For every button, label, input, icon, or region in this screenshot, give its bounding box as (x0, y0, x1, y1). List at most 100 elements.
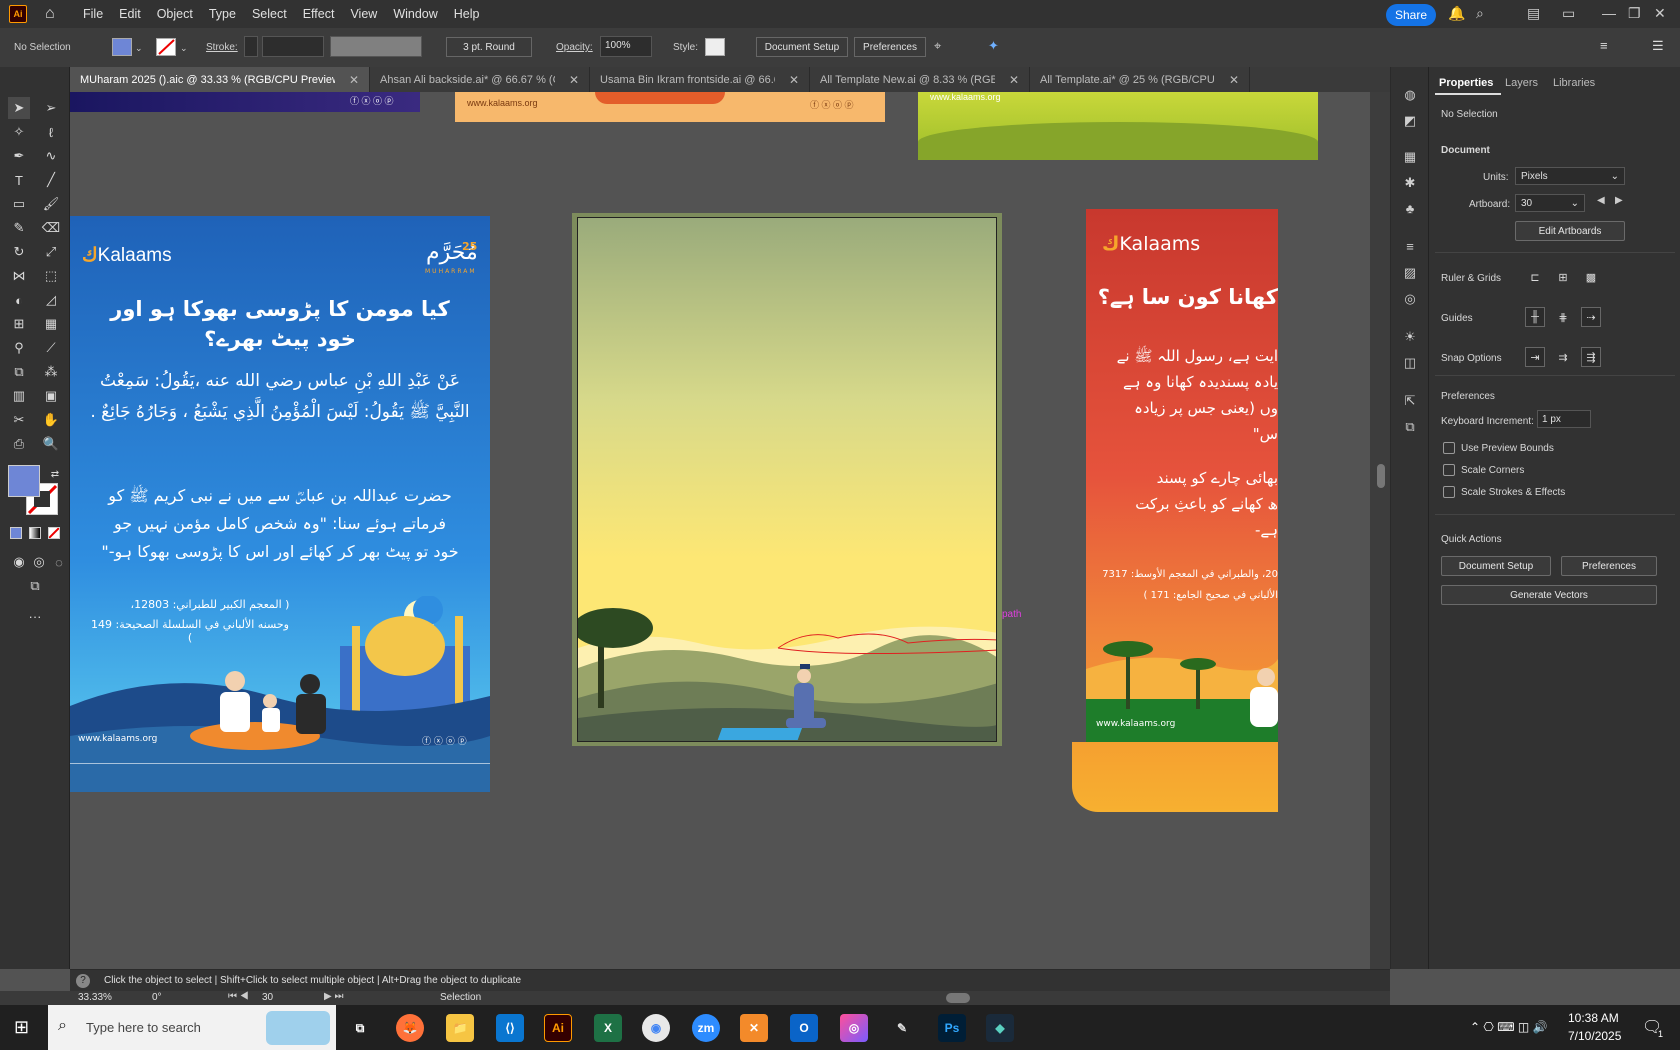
screen-mode-icon[interactable]: ⧉ (24, 575, 46, 597)
draw-normal-icon[interactable]: ◉ (8, 551, 30, 573)
stroke-label[interactable]: Stroke: (206, 42, 238, 53)
stroke-stepper[interactable] (244, 36, 258, 57)
arrange-documents-icon[interactable]: ▤ (1527, 5, 1540, 22)
close-tab-icon[interactable]: ✕ (1009, 73, 1019, 87)
chevron-down-icon[interactable]: ⌄ (135, 43, 143, 54)
artboard-left-muharram[interactable]: كKalaams مُحَرَّم 25 MUHARRAM کیا مومن ک… (70, 216, 490, 792)
document-tab[interactable]: All Template.ai* @ 25 % (RGB/CPU P... ✕ (1030, 67, 1250, 92)
use-preview-bounds-checkbox[interactable] (1443, 442, 1455, 454)
tab-properties[interactable]: Properties (1439, 77, 1493, 89)
edit-toolbar-icon[interactable]: ··· (24, 605, 46, 627)
close-tab-icon[interactable]: ✕ (1229, 73, 1239, 87)
menu-icon[interactable]: ☰ (1652, 38, 1664, 54)
recolor-icon[interactable]: ✦ (988, 38, 999, 54)
symbols-icon[interactable]: ♣ (1401, 201, 1419, 219)
next-artboard-icon[interactable]: ▶ (1615, 195, 1623, 206)
gradient-panel-icon[interactable]: ▨ (1401, 265, 1419, 283)
artboard-tool-icon[interactable]: ▣ (40, 385, 62, 407)
quick-document-setup-button[interactable]: Document Setup (1441, 556, 1551, 576)
quick-preferences-button[interactable]: Preferences (1561, 556, 1657, 576)
pen-app-icon[interactable]: ✎ (888, 1014, 916, 1042)
vscode-icon[interactable]: ⟨⟩ (496, 1014, 524, 1042)
chevron-down-icon[interactable]: ⌄ (180, 43, 188, 54)
grid-icon[interactable]: ⊞ (1553, 267, 1573, 287)
first-artboard-icon[interactable]: ⏮ ◀ (228, 991, 249, 1002)
opacity-label[interactable]: Opacity: (556, 42, 593, 53)
clock-time[interactable]: 10:38 AM (1568, 1011, 1619, 1025)
app-diamond-icon[interactable]: ◆ (986, 1014, 1014, 1042)
stroke-panel-icon[interactable]: ≡ (1401, 239, 1419, 257)
artboard-top-left[interactable]: ⓕ ⓧ ⓞ ⓟ (70, 92, 420, 112)
home-icon[interactable]: ⌂ (45, 5, 63, 23)
snap-to-pixel-icon[interactable]: ⇶ (1581, 347, 1601, 367)
share-button[interactable]: Share (1386, 4, 1436, 26)
canvas[interactable]: ⓕ ⓧ ⓞ ⓟ www.kalaams.org ⓕ ⓧ ⓞ ⓟ www.kala… (70, 92, 1370, 969)
measure-tool-icon[interactable]: ⟋ (40, 337, 62, 359)
zoom-level[interactable]: 33.33% (78, 992, 112, 1003)
character-icon[interactable]: ◩ (1401, 113, 1419, 131)
menu-file[interactable]: File (75, 7, 111, 21)
preferences-button[interactable]: Preferences (854, 37, 926, 57)
gradient-tool-icon[interactable]: ▦ (40, 313, 62, 335)
menu-window[interactable]: Window (385, 7, 445, 21)
outlook-icon[interactable]: O (790, 1014, 818, 1042)
vertical-scrollbar[interactable] (1370, 92, 1390, 969)
draw-inside-icon[interactable]: ◌ (48, 551, 70, 573)
document-tab[interactable]: Ahsan Ali backside.ai* @ 66.67 % (C... ✕ (370, 67, 590, 92)
print-tiling-tool-icon[interactable]: ⎙ (8, 433, 30, 455)
transparency-grid-icon[interactable]: ▩ (1581, 267, 1601, 287)
artboard-right-food[interactable]: كKalaams کھانا کون سا ہے؟ ایت ہے، رسول ا… (1086, 209, 1278, 742)
close-tab-icon[interactable]: ✕ (789, 73, 799, 87)
line-tool-icon[interactable]: ╱ (40, 169, 62, 191)
menu-help[interactable]: Help (446, 7, 488, 21)
chrome-icon[interactable]: ◉ (642, 1014, 670, 1042)
document-tab[interactable]: All Template New.ai @ 8.33 % (RGB/... ✕ (810, 67, 1030, 92)
shaper-tool-icon[interactable]: ✎ (8, 217, 30, 239)
symbol-sprayer-tool-icon[interactable]: ⁂ (40, 361, 62, 383)
close-icon[interactable]: ✕ (1654, 5, 1666, 22)
smart-guides-icon[interactable]: ⇢ (1581, 307, 1601, 327)
menu-type[interactable]: Type (201, 7, 244, 21)
task-view-icon[interactable]: ⧉ (346, 1014, 374, 1042)
edit-artboards-button[interactable]: Edit Artboards (1515, 221, 1625, 241)
opacity-input[interactable]: 100% (600, 36, 652, 57)
previous-artboard-icon[interactable]: ◀ (1597, 195, 1605, 206)
menu-select[interactable]: Select (244, 7, 295, 21)
search-icon[interactable]: ⌕ (1476, 5, 1484, 22)
slice-tool-icon[interactable]: ✂ (8, 409, 30, 431)
tab-libraries[interactable]: Libraries (1553, 77, 1595, 89)
artboard-navigation[interactable]: 30 (262, 992, 273, 1003)
document-tab[interactable]: Usama Bin Ikram frontside.ai @ 66.6... ✕ (590, 67, 810, 92)
menu-effect[interactable]: Effect (295, 7, 343, 21)
blend-tool-icon[interactable]: ⧉ (8, 361, 30, 383)
hand-tool-icon[interactable]: ✋ (40, 409, 62, 431)
zoom-tool-icon[interactable]: 🔍 (40, 433, 62, 455)
artboard-top-right[interactable]: www.kalaams.org (918, 92, 1318, 160)
snap-to-point-icon[interactable]: ⇥ (1525, 347, 1545, 367)
transparency-icon[interactable]: ◎ (1401, 291, 1419, 309)
windows-start-icon[interactable]: ⊞ (14, 1017, 29, 1038)
snap-to-grid-icon[interactable]: ⇉ (1553, 347, 1573, 367)
variable-width-profile[interactable] (330, 36, 422, 57)
fill-swatch[interactable] (112, 38, 132, 56)
help-icon[interactable]: ? (76, 974, 90, 988)
artboards-panel-icon[interactable]: ⧉ (1401, 419, 1419, 437)
free-transform-tool-icon[interactable]: ⬚ (40, 265, 62, 287)
mesh-tool-icon[interactable]: ⊞ (8, 313, 30, 335)
none-mode-icon[interactable] (48, 527, 60, 539)
document-tab[interactable]: MUharam 2025 ().aic @ 33.33 % (RGB/CPU P… (70, 67, 370, 92)
vertical-scroll-thumb[interactable] (1377, 464, 1385, 488)
units-dropdown[interactable]: Pixels ⌄ (1515, 167, 1625, 185)
scale-tool-icon[interactable]: ⤢ (40, 241, 62, 263)
lasso-tool-icon[interactable]: ℓ (40, 121, 62, 143)
eyedropper-tool-icon[interactable]: ⚲ (8, 337, 30, 359)
perspective-grid-tool-icon[interactable]: ◿ (40, 289, 62, 311)
file-explorer-icon[interactable]: 📁 (446, 1014, 474, 1042)
rotation-value[interactable]: 0° (152, 992, 162, 1003)
graphic-style-swatch[interactable] (705, 38, 725, 56)
taskbar-search-box[interactable]: ⌕ Type here to search (48, 1005, 336, 1050)
bell-icon[interactable]: 🔔 (1448, 5, 1465, 22)
clock-date[interactable]: 7/10/2025 (1568, 1029, 1621, 1043)
workspace-icon[interactable]: ▭ (1562, 5, 1575, 22)
horizontal-scroll-thumb[interactable] (946, 993, 970, 1003)
